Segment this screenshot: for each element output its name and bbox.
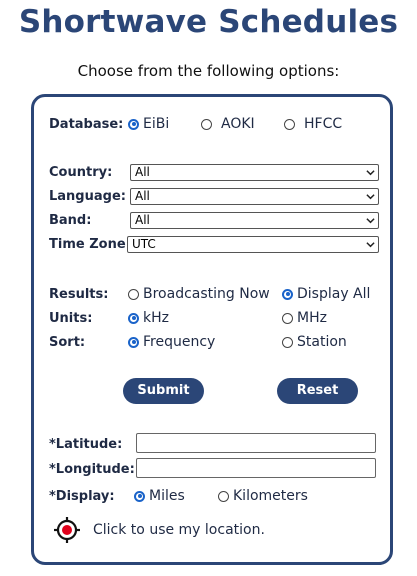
country-select-value: All	[135, 165, 150, 179]
longitude-input[interactable]	[136, 458, 376, 478]
timezone-label: Time Zone:	[49, 237, 131, 252]
radio-miles[interactable]	[134, 490, 145, 502]
display-option-miles[interactable]: Miles	[134, 488, 185, 504]
radio-kilometers[interactable]	[218, 490, 229, 502]
timezone-select[interactable]: UTC	[127, 236, 379, 253]
country-select[interactable]: All	[130, 164, 379, 181]
database-option-label: HFCC	[304, 116, 343, 132]
band-select-value: All	[135, 213, 150, 227]
units-label: Units:	[49, 311, 93, 326]
radio-khz[interactable]	[128, 312, 139, 324]
language-select[interactable]: All	[130, 188, 379, 205]
band-label: Band:	[49, 213, 92, 228]
results-option-display-all[interactable]: Display All	[282, 286, 370, 302]
sort-option-label: Station	[297, 334, 347, 350]
results-option-label: Display All	[297, 286, 371, 302]
language-label: Language:	[49, 189, 126, 204]
latitude-label: *Latitude:	[49, 437, 123, 452]
radio-station[interactable]	[282, 336, 293, 348]
database-option-aoki[interactable]: AOKI	[201, 116, 255, 132]
band-select[interactable]: All	[130, 212, 379, 229]
results-label: Results:	[49, 287, 109, 302]
database-option-hfcc[interactable]: HFCC	[284, 116, 342, 132]
crosshair-target-icon[interactable]	[54, 517, 80, 543]
radio-frequency[interactable]	[128, 336, 139, 348]
units-option-mhz[interactable]: MHz	[282, 310, 327, 326]
radio-hfcc[interactable]	[284, 118, 295, 130]
database-option-eibi[interactable]: EiBi	[128, 116, 169, 132]
use-my-location-link[interactable]: Click to use my location.	[93, 522, 265, 538]
display-option-label: Miles	[149, 488, 185, 504]
results-option-broadcasting-now[interactable]: Broadcasting Now	[128, 286, 270, 302]
sort-option-frequency[interactable]: Frequency	[128, 334, 215, 350]
options-panel: Database: EiBi AOKI HFCC Country: All La…	[31, 94, 393, 565]
longitude-label: *Longitude:	[49, 462, 135, 477]
latitude-input[interactable]	[136, 433, 376, 453]
chevron-down-icon	[366, 218, 375, 224]
page-subtitle: Choose from the following options:	[77, 62, 340, 80]
results-option-label: Broadcasting Now	[143, 286, 270, 302]
database-option-label: EiBi	[143, 116, 170, 132]
radio-mhz[interactable]	[282, 312, 293, 324]
units-option-label: kHz	[143, 310, 169, 326]
submit-button[interactable]: Submit	[123, 378, 204, 404]
radio-broadcasting-now[interactable]	[128, 288, 139, 300]
units-option-khz[interactable]: kHz	[128, 310, 169, 326]
radio-eibi[interactable]	[128, 118, 139, 130]
country-label: Country:	[49, 165, 113, 180]
display-option-kilometers[interactable]: Kilometers	[218, 488, 308, 504]
timezone-select-value: UTC	[132, 237, 156, 251]
units-option-label: MHz	[297, 310, 327, 326]
page: Shortwave Schedules Choose from the foll…	[0, 0, 417, 576]
display-label: *Display:	[49, 489, 115, 504]
chevron-down-icon	[366, 242, 375, 248]
database-option-label: AOKI	[221, 116, 255, 132]
sort-option-label: Frequency	[143, 334, 216, 350]
radio-aoki[interactable]	[201, 118, 212, 130]
page-title: Shortwave Schedules	[18, 4, 399, 40]
database-label: Database:	[49, 117, 124, 132]
chevron-down-icon	[366, 170, 375, 176]
display-option-label: Kilometers	[233, 488, 308, 504]
radio-display-all[interactable]	[282, 288, 293, 300]
reset-button[interactable]: Reset	[277, 378, 358, 404]
sort-label: Sort:	[49, 335, 86, 350]
chevron-down-icon	[366, 194, 375, 200]
sort-option-station[interactable]: Station	[282, 334, 347, 350]
language-select-value: All	[135, 189, 150, 203]
